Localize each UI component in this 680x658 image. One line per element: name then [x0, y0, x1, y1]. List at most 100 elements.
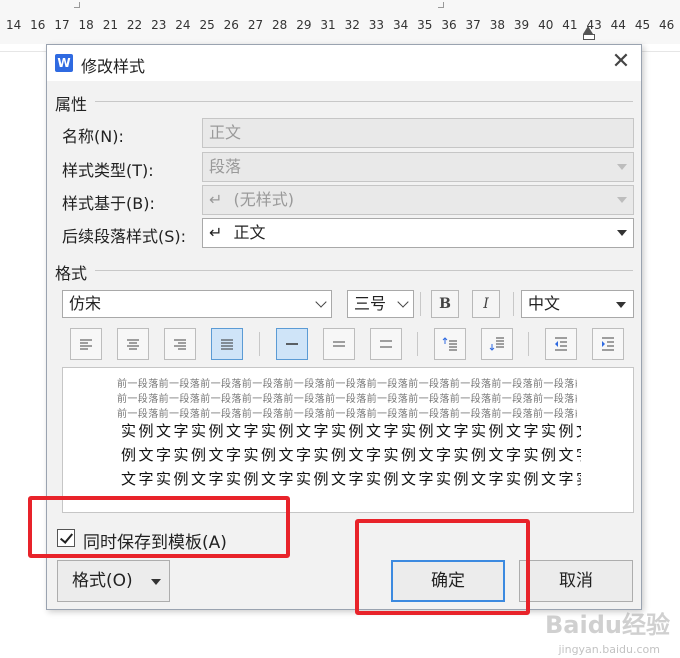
style-preview: 前一段落前一段落前一段落前一段落前一段落前一段落前一段落前一段落前一段落前一段落… [62, 367, 634, 513]
ruler-number: 41 [562, 18, 578, 32]
font-size-select[interactable]: 三号 [347, 290, 414, 318]
decrease-indent-button[interactable] [545, 328, 577, 360]
watermark-url: jingyan.baidu.com [558, 643, 660, 656]
ruler-tab-marker[interactable] [438, 2, 444, 8]
chevron-down-icon [315, 296, 327, 308]
italic-button[interactable]: I [472, 290, 500, 318]
toolbar-separator [513, 292, 514, 316]
highlight-annotation [355, 519, 530, 615]
align-left-button[interactable] [70, 328, 102, 360]
close-icon[interactable]: ✕ [609, 51, 633, 75]
ruler-number: 16 [30, 18, 46, 32]
ruler-number: 32 [344, 18, 360, 32]
bold-button[interactable]: B [431, 290, 459, 318]
line-single-icon [286, 343, 298, 345]
ruler-number: 25 [199, 18, 215, 32]
align-right-button[interactable] [164, 328, 196, 360]
align-justify-button[interactable] [211, 328, 243, 360]
ruler-number: 40 [538, 18, 554, 32]
based-on-label: 样式基于(B): [62, 194, 155, 213]
ruler-number: 34 [392, 18, 409, 32]
dropdown-arrow-icon [151, 579, 161, 585]
space-before-button[interactable] [434, 328, 466, 360]
dropdown-arrow-icon [617, 164, 627, 170]
format-menu-button[interactable]: 格式(O) [57, 560, 170, 602]
ruler-number: 35 [417, 18, 433, 32]
name-value: 正文 [209, 123, 242, 142]
line-spacing-1-5-button[interactable] [323, 328, 355, 360]
name-input[interactable]: 正文 [202, 118, 634, 148]
dropdown-arrow-icon [616, 302, 626, 308]
ruler-number: 33 [368, 18, 385, 32]
align-justify-icon [221, 339, 233, 350]
ruler-number: 24 [175, 18, 191, 32]
paragraph-return-icon: ↵ [209, 223, 223, 242]
properties-section-label: 属性 [55, 95, 88, 114]
line-double-icon [380, 340, 392, 348]
space-before-icon [442, 337, 457, 351]
dialog-titlebar: W 修改样式 ✕ [47, 45, 641, 81]
dialog-title: 修改样式 [81, 57, 146, 76]
ruler-number: 45 [634, 18, 651, 32]
font-select[interactable]: 仿宋 [62, 290, 332, 318]
name-label: 名称(N): [62, 127, 124, 146]
indent-increase-icon [602, 337, 614, 351]
line-spacing-single-button[interactable] [276, 328, 308, 360]
toolbar-separator [420, 292, 421, 316]
wps-logo-icon: W [55, 54, 73, 72]
format-divider [95, 270, 633, 271]
align-right-icon [174, 339, 186, 350]
line-onehalf-icon [333, 341, 345, 347]
ruler-number: 36 [441, 18, 457, 32]
preview-previous-paragraph: 前一段落前一段落前一段落前一段落前一段落前一段落前一段落前一段落前一段落前一段落… [117, 409, 577, 420]
paragraph-return-icon: ↵ [209, 190, 223, 209]
preview-sample-text: 文字实例文字实例文字实例文字实例文字实例文字实例文字实例文 [121, 470, 581, 488]
line-spacing-double-button[interactable] [370, 328, 402, 360]
style-type-label: 样式类型(T): [62, 161, 154, 180]
indent-decrease-icon [555, 337, 567, 351]
ruler-number: 29 [296, 18, 312, 32]
ruler-number: 37 [465, 18, 481, 32]
right-indent-marker[interactable] [583, 26, 595, 40]
space-after-button[interactable] [481, 328, 513, 360]
format-section-label: 格式 [55, 264, 88, 283]
preview-sample-text: 实例文字实例文字实例文字实例文字实例文字实例文字实例文字实 [121, 422, 581, 440]
based-on-value: (无样式) [233, 190, 295, 209]
align-center-button[interactable] [117, 328, 149, 360]
ruler-number: 27 [247, 18, 264, 32]
font-value: 仿宋 [69, 294, 102, 313]
style-type-value: 段落 [209, 157, 242, 176]
dropdown-arrow-icon [617, 230, 627, 236]
font-size-value: 三号 [354, 294, 387, 313]
preview-previous-paragraph: 前一段落前一段落前一段落前一段落前一段落前一段落前一段落前一段落前一段落前一段落… [117, 379, 577, 390]
space-after-icon [489, 337, 504, 351]
next-style-value: 正文 [233, 223, 266, 242]
toolbar-separator [417, 332, 418, 356]
ruler-number: 38 [489, 18, 505, 32]
align-center-icon [127, 339, 139, 350]
align-left-icon [80, 339, 92, 350]
script-select[interactable]: 中文 [521, 290, 634, 318]
ruler-number: 44 [610, 18, 626, 32]
ruler-number: 18 [78, 18, 94, 32]
style-type-select[interactable]: 段落 [202, 152, 634, 182]
ruler-number: 31 [320, 18, 336, 32]
ruler-number: 28 [272, 18, 288, 32]
dropdown-arrow-icon [617, 197, 627, 203]
format-button-label: 格式(O) [72, 571, 133, 591]
preview-sample-text: 例文字实例文字实例文字实例文字实例文字实例文字实例文字实例 [121, 446, 581, 464]
toolbar-separator [528, 332, 529, 356]
cancel-button[interactable]: 取消 [519, 560, 633, 602]
ruler-number: 26 [223, 18, 239, 32]
ruler-numbers: 14 16 17 18 21 22 23 24 25 26 27 28 29 31 32 33 34 35 36 37… [0, 18, 680, 36]
next-style-label: 后续段落样式(S): [62, 227, 187, 246]
toolbar-separator [259, 332, 260, 356]
based-on-select[interactable]: ↵ (无样式) [202, 185, 634, 215]
ruler-number: 46 [659, 18, 675, 32]
preview-previous-paragraph: 前一段落前一段落前一段落前一段落前一段落前一段落前一段落前一段落前一段落前一段落… [117, 394, 577, 405]
ruler-tab-marker[interactable] [74, 2, 80, 8]
next-style-select[interactable]: ↵ 正文 [202, 218, 634, 248]
increase-indent-button[interactable] [592, 328, 624, 360]
watermark: Baidu经验 [545, 611, 670, 639]
ruler-number: 17 [54, 18, 70, 32]
